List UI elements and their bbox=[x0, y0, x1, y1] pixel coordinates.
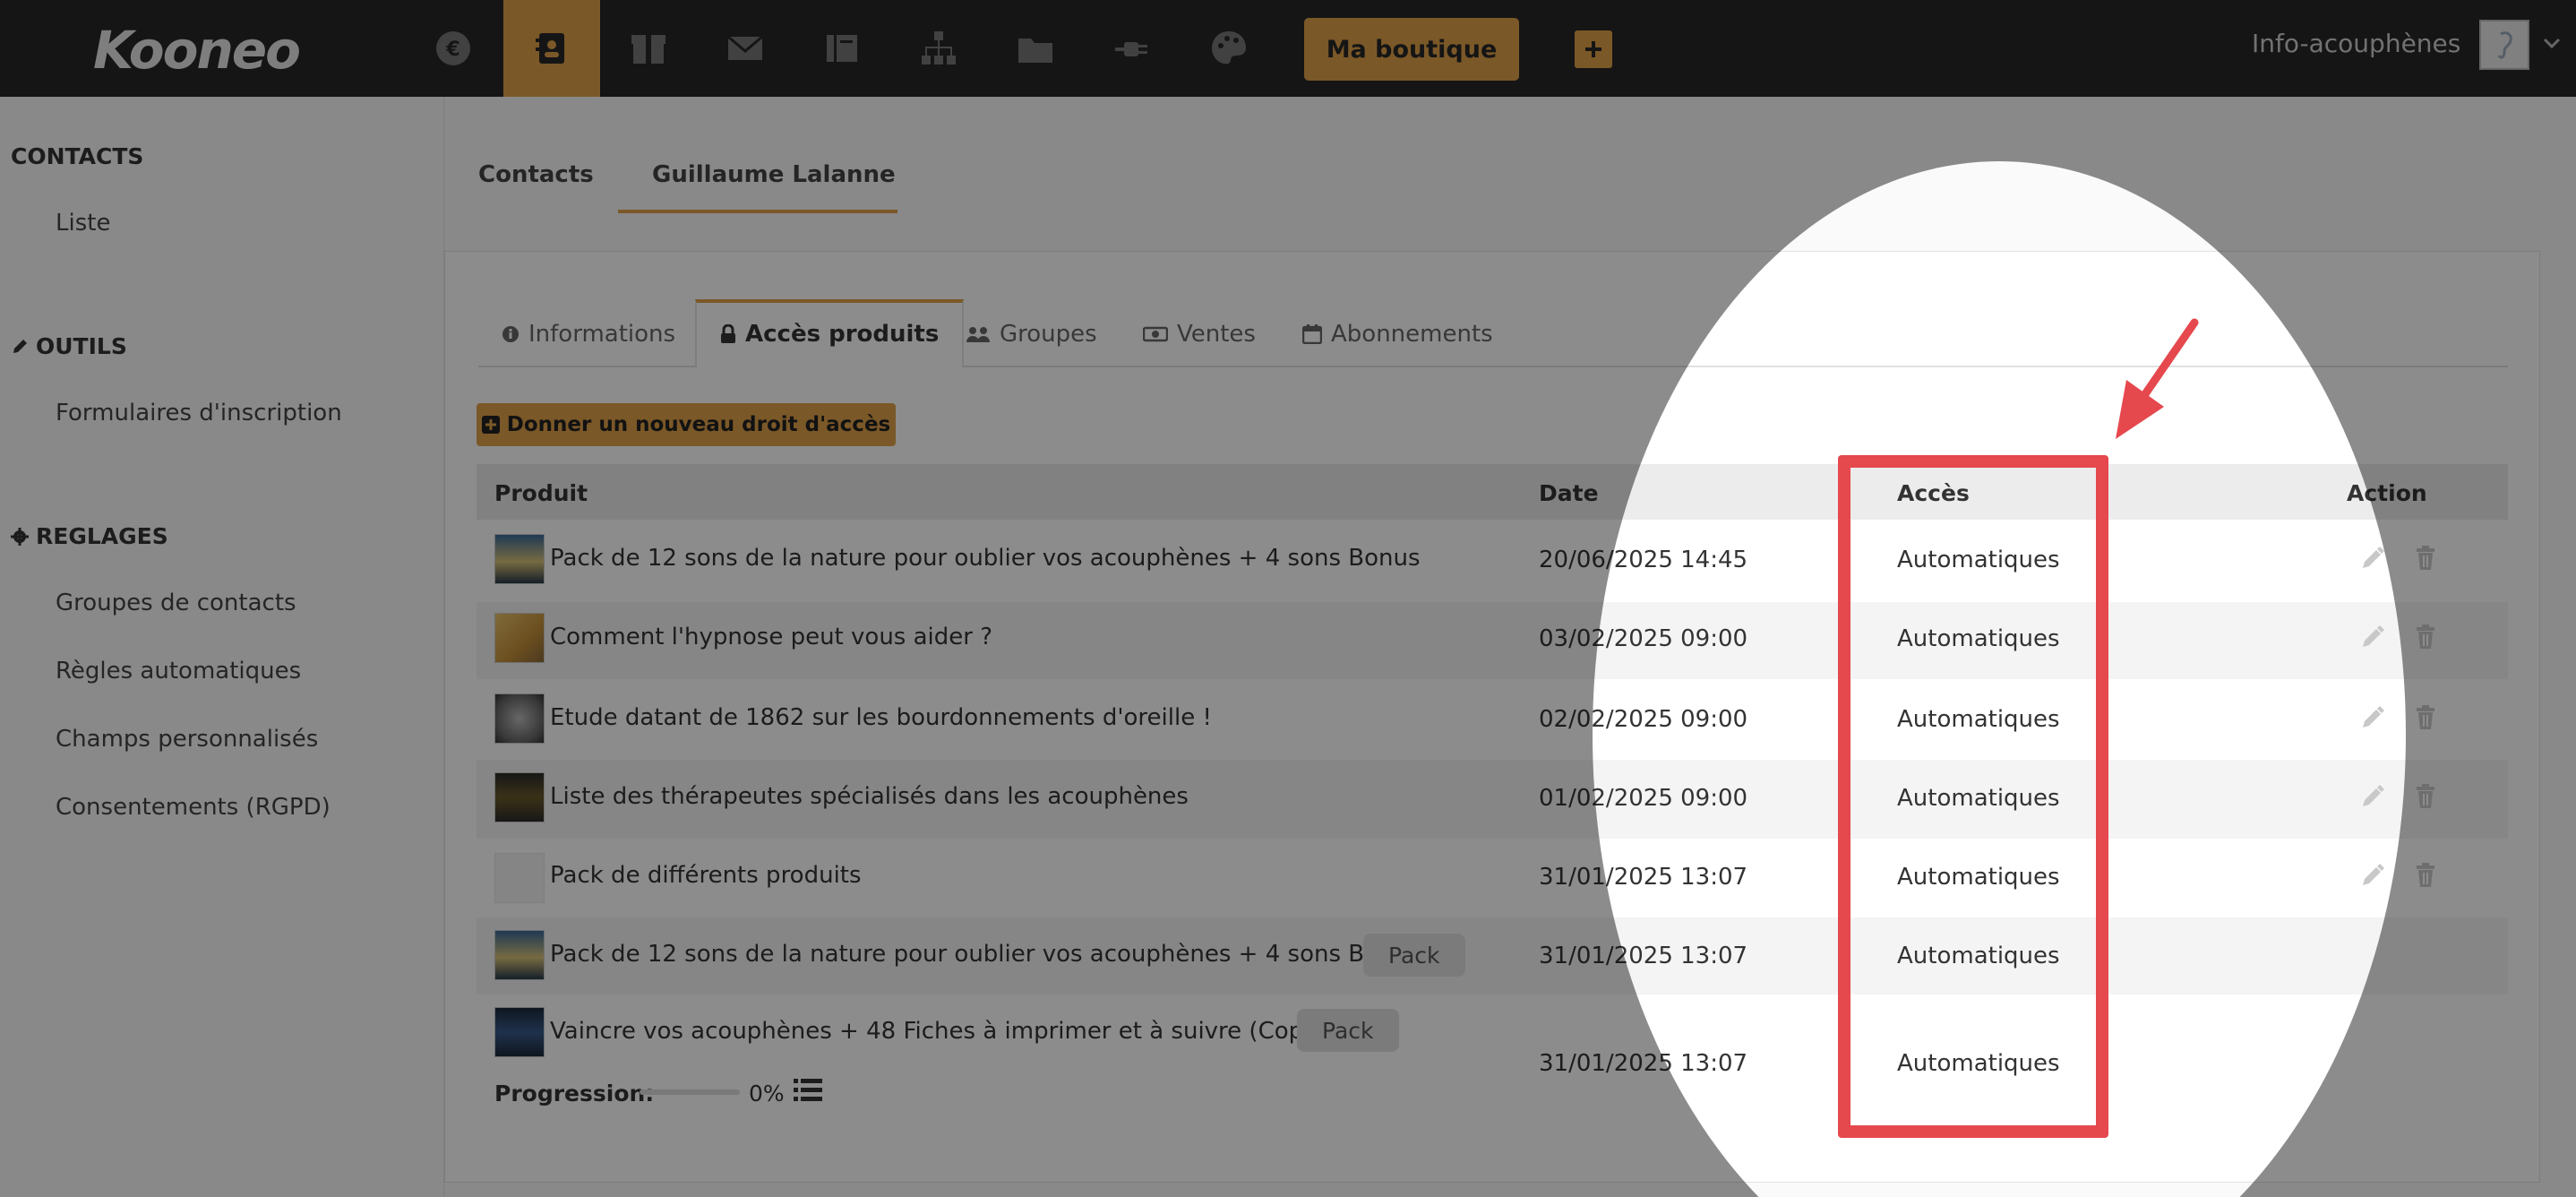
tab-informations[interactable]: Informations bbox=[502, 321, 675, 348]
access-date: 31/01/2025 13:07 bbox=[1539, 943, 1748, 969]
product-thumbnail bbox=[494, 534, 545, 584]
product-name[interactable]: Comment l'hypnose peut vous aider ? bbox=[550, 624, 992, 650]
svg-text:€: € bbox=[445, 39, 459, 61]
add-button[interactable] bbox=[1575, 30, 1612, 68]
plug-icon[interactable] bbox=[1084, 0, 1181, 97]
pack-badge: Pack bbox=[1297, 1009, 1399, 1052]
money-icon bbox=[1143, 326, 1168, 342]
access-type: Automatiques bbox=[1897, 706, 2060, 733]
tab-abonnements[interactable]: Abonnements bbox=[1302, 321, 1493, 348]
access-type: Automatiques bbox=[1897, 547, 2060, 573]
contacts-heading: CONTACTS bbox=[11, 143, 144, 169]
palette-icon[interactable] bbox=[1181, 0, 1277, 97]
sitemap-icon[interactable] bbox=[890, 0, 987, 97]
list-icon[interactable] bbox=[794, 1077, 822, 1104]
delete-trash-icon[interactable] bbox=[2413, 545, 2438, 572]
edit-pencil-icon[interactable] bbox=[2359, 545, 2384, 572]
table-header bbox=[477, 464, 2508, 520]
product-name[interactable]: Etude datant de 1862 sur les bourdonneme… bbox=[550, 704, 1212, 731]
access-date: 03/02/2025 09:00 bbox=[1539, 625, 1748, 652]
folder-icon[interactable] bbox=[987, 0, 1084, 97]
top-bar: Kooneo € Ma boutique Info-acouphènes bbox=[0, 0, 2576, 97]
access-type: Automatiques bbox=[1897, 1050, 2060, 1077]
plus-icon bbox=[1585, 41, 1601, 57]
edit-pencil-icon[interactable] bbox=[2359, 862, 2384, 889]
header-acces: Accès bbox=[1897, 480, 1970, 506]
access-type: Automatiques bbox=[1897, 943, 2060, 969]
access-type: Automatiques bbox=[1897, 785, 2060, 812]
access-date: 02/02/2025 09:00 bbox=[1539, 706, 1748, 733]
product-name[interactable]: Pack de 12 sons de la nature pour oublie… bbox=[550, 941, 1421, 968]
outils-heading: OUTILS bbox=[11, 333, 127, 359]
product-thumbnail bbox=[494, 693, 545, 744]
product-name[interactable]: Pack de 12 sons de la nature pour oublie… bbox=[550, 545, 1421, 572]
product-name[interactable]: Pack de différents produits bbox=[550, 862, 862, 889]
tab-acces-produits[interactable]: Accès produits bbox=[695, 299, 965, 367]
avatar[interactable] bbox=[2479, 20, 2529, 70]
delete-trash-icon[interactable] bbox=[2413, 862, 2438, 889]
access-date: 31/01/2025 13:07 bbox=[1539, 1050, 1748, 1077]
active-tab-underline bbox=[618, 210, 897, 213]
euro-icon[interactable]: € bbox=[405, 0, 502, 97]
edit-pencil-icon[interactable] bbox=[2359, 704, 2384, 731]
info-icon bbox=[502, 326, 519, 342]
contacts-icon[interactable] bbox=[503, 0, 600, 97]
product-name[interactable]: Liste des thérapeutes spécialisés dans l… bbox=[550, 783, 1189, 810]
header-produit: Produit bbox=[494, 480, 588, 506]
sidebar-item-liste[interactable]: Liste bbox=[56, 210, 110, 237]
product-thumbnail bbox=[494, 853, 545, 903]
users-icon bbox=[966, 327, 990, 342]
progress-bar bbox=[640, 1089, 740, 1095]
sidebar: CONTACTS Liste OUTILS Formulaires d'insc… bbox=[0, 97, 444, 1197]
grant-access-button[interactable]: Donner un nouveau droit d'accès bbox=[477, 403, 896, 446]
chevron-down-icon[interactable] bbox=[2542, 36, 2562, 50]
sidebar-item-consentements[interactable]: Consentements (RGPD) bbox=[56, 794, 331, 821]
delete-trash-icon[interactable] bbox=[2413, 704, 2438, 731]
pack-badge: Pack bbox=[1363, 934, 1465, 977]
product-thumbnail bbox=[494, 930, 545, 980]
product-thumbnail bbox=[494, 1007, 545, 1057]
mail-icon[interactable] bbox=[697, 0, 794, 97]
account-name[interactable]: Info-acouphènes bbox=[2252, 29, 2460, 58]
access-type: Automatiques bbox=[1897, 625, 2060, 652]
sidebar-item-regles-automatiques[interactable]: Règles automatiques bbox=[56, 658, 301, 685]
product-thumbnail bbox=[494, 772, 545, 822]
reglages-heading: REGLAGES bbox=[11, 523, 168, 549]
tab-ventes[interactable]: Ventes bbox=[1143, 321, 1256, 348]
product-thumbnail bbox=[494, 613, 545, 663]
sidebar-item-formulaires[interactable]: Formulaires d'inscription bbox=[56, 400, 342, 426]
delete-trash-icon[interactable] bbox=[2413, 624, 2438, 650]
progress-label: Progression: bbox=[494, 1081, 655, 1107]
edit-pencil-icon[interactable] bbox=[2359, 624, 2384, 650]
ear-logo-icon bbox=[2497, 31, 2512, 59]
sidebar-item-groupes-contacts[interactable]: Groupes de contacts bbox=[56, 590, 296, 616]
calendar-icon bbox=[1302, 324, 1322, 344]
gear-icon bbox=[11, 527, 29, 546]
pencil-icon bbox=[13, 339, 27, 353]
book-icon[interactable] bbox=[794, 0, 890, 97]
header-date: Date bbox=[1539, 480, 1599, 506]
progress-percent: 0% bbox=[749, 1081, 785, 1107]
access-date: 31/01/2025 13:07 bbox=[1539, 864, 1748, 891]
tab-contact-name[interactable]: Guillaume Lalanne bbox=[652, 161, 896, 188]
access-type: Automatiques bbox=[1897, 864, 2060, 891]
lock-icon bbox=[721, 324, 735, 343]
header-action: Action bbox=[2347, 480, 2427, 506]
kooneo-logo[interactable]: Kooneo bbox=[93, 20, 301, 81]
ma-boutique-button[interactable]: Ma boutique bbox=[1304, 18, 1519, 81]
sidebar-item-champs-personnalises[interactable]: Champs personnalisés bbox=[56, 726, 318, 753]
product-name[interactable]: Vaincre vos acouphènes + 48 Fiches à imp… bbox=[550, 1018, 1334, 1045]
access-date: 20/06/2025 14:45 bbox=[1539, 547, 1748, 573]
edit-pencil-icon[interactable] bbox=[2359, 783, 2384, 810]
table-row bbox=[477, 995, 2508, 1129]
tab-groupes[interactable]: Groupes bbox=[966, 321, 1097, 348]
box-icon[interactable] bbox=[600, 0, 697, 97]
tab-contacts[interactable]: Contacts bbox=[478, 161, 594, 188]
delete-trash-icon[interactable] bbox=[2413, 783, 2438, 810]
access-date: 01/02/2025 09:00 bbox=[1539, 785, 1748, 812]
plus-square-icon bbox=[481, 416, 500, 434]
